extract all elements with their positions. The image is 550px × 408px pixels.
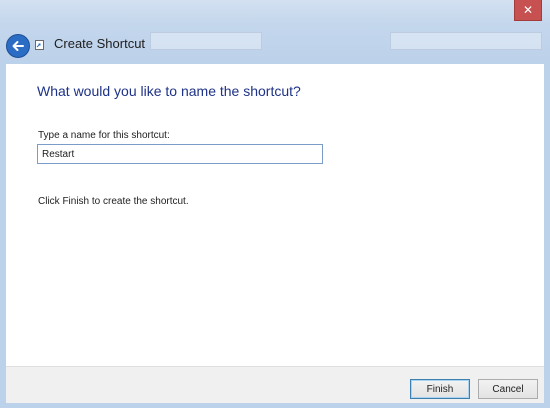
- close-icon: ✕: [522, 3, 534, 17]
- background-address-bar: [150, 32, 262, 50]
- background-search-bar: [390, 32, 542, 50]
- shortcut-name-input[interactable]: [37, 144, 323, 164]
- create-shortcut-window: ✕ Create Shortcut What would you like to…: [0, 0, 550, 408]
- wizard-footer: Finish Cancel: [6, 366, 544, 403]
- page-heading: What would you like to name the shortcut…: [37, 83, 301, 99]
- close-button[interactable]: ✕: [514, 0, 542, 21]
- window-frame-right: [544, 64, 550, 366]
- wizard-content: What would you like to name the shortcut…: [6, 64, 544, 366]
- cancel-button[interactable]: Cancel: [478, 379, 538, 399]
- back-button[interactable]: [6, 34, 30, 58]
- instruction-text: Click Finish to create the shortcut.: [38, 196, 189, 207]
- window-title: Create Shortcut: [54, 36, 146, 51]
- shortcut-name-label: Type a name for this shortcut:: [38, 130, 170, 141]
- back-arrow-icon: [12, 41, 24, 51]
- finish-button[interactable]: Finish: [410, 379, 470, 399]
- shortcut-icon: [35, 40, 44, 50]
